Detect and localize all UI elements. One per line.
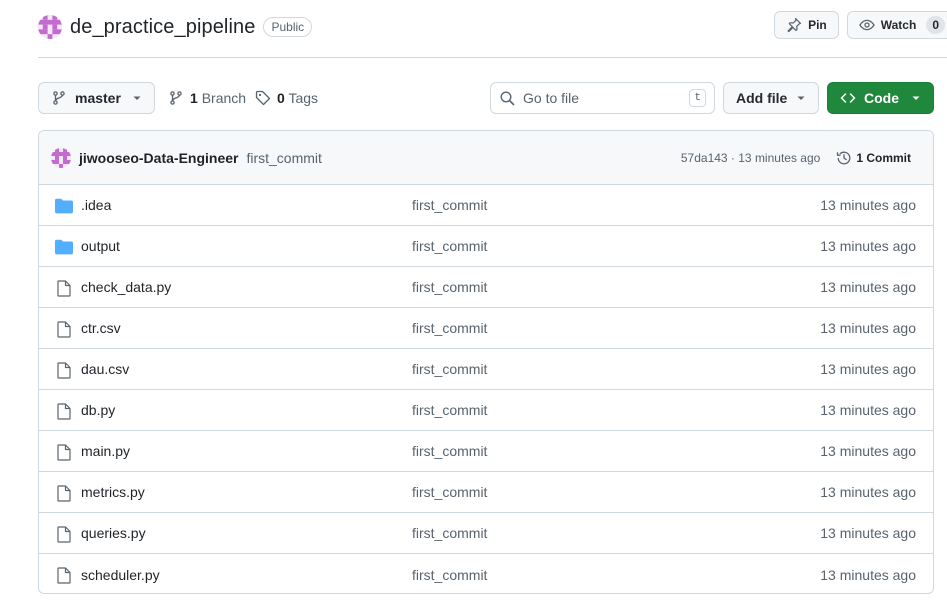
tag-count: 0 (277, 90, 285, 106)
file-row[interactable]: db.py first_commit 13 minutes ago (39, 390, 933, 431)
branches-link[interactable]: 1 Branch (168, 82, 246, 114)
file-name-link[interactable]: metrics.py (81, 484, 145, 500)
file-row[interactable]: output first_commit 13 minutes ago (39, 226, 933, 267)
file-commit-message[interactable]: first_commit (412, 361, 487, 377)
file-commit-message[interactable]: first_commit (412, 484, 487, 500)
search-icon (500, 91, 515, 106)
commit-author[interactable]: jiwooseo-Data-Engineer (79, 150, 238, 166)
file-updated-time: 13 minutes ago (820, 279, 916, 295)
file-name-link[interactable]: queries.py (81, 525, 146, 541)
code-button[interactable]: Code (827, 82, 934, 114)
file-commit-message[interactable]: first_commit (412, 238, 487, 254)
file-icon (55, 443, 73, 461)
file-updated-time: 13 minutes ago (820, 484, 916, 500)
file-updated-time: 13 minutes ago (820, 443, 916, 459)
file-row[interactable]: dau.csv first_commit 13 minutes ago (39, 349, 933, 390)
file-updated-time: 13 minutes ago (820, 361, 916, 377)
file-icon (55, 279, 73, 297)
file-listing: jiwooseo-Data-Engineer first_commit 57da… (38, 130, 934, 594)
file-icon (55, 320, 73, 338)
add-file-label: Add file (736, 90, 788, 106)
commit-count-label: 1 Commit (856, 150, 911, 165)
latest-commit-bar: jiwooseo-Data-Engineer first_commit 57da… (39, 131, 933, 185)
file-commit-message[interactable]: first_commit (412, 567, 487, 583)
file-updated-time: 13 minutes ago (820, 197, 916, 213)
tag-icon (255, 90, 271, 106)
watch-count: 0 (926, 16, 945, 34)
file-name-link[interactable]: .idea (81, 197, 111, 213)
watch-button[interactable]: Watch 0 (846, 11, 947, 39)
watch-label: Watch (880, 18, 917, 32)
shortcut-hint: t (689, 89, 706, 107)
file-icon (55, 361, 73, 379)
file-commit-message[interactable]: first_commit (412, 443, 487, 459)
file-updated-time: 13 minutes ago (820, 566, 916, 583)
add-file-button[interactable]: Add file (723, 82, 819, 114)
file-updated-time: 13 minutes ago (820, 402, 916, 418)
file-commit-message[interactable]: first_commit (412, 525, 487, 541)
file-row[interactable]: .idea first_commit 13 minutes ago (39, 185, 933, 226)
repo-name[interactable]: de_practice_pipeline (70, 16, 255, 39)
folder-icon (55, 238, 73, 256)
tags-link[interactable]: 0 Tags (255, 82, 318, 114)
commit-author-avatar[interactable] (51, 147, 71, 168)
file-name-link[interactable]: db.py (81, 402, 115, 418)
file-rows: .idea first_commit 13 minutes ago output fir… (39, 185, 933, 593)
branch-name: master (75, 90, 121, 106)
repo-avatar[interactable] (38, 15, 62, 39)
pin-label: Pin (808, 18, 827, 32)
repo-header: de_practice_pipeline Public Pin Watch 0 (38, 11, 947, 43)
folder-icon (55, 197, 73, 215)
commit-message[interactable]: first_commit (246, 150, 321, 166)
file-name-link[interactable]: output (81, 238, 120, 254)
file-commit-message[interactable]: first_commit (412, 402, 487, 418)
code-icon (840, 93, 856, 103)
file-icon (55, 402, 73, 420)
header-actions: Pin Watch 0 (774, 11, 947, 39)
go-to-file-input[interactable] (523, 90, 682, 106)
file-row[interactable]: queries.py first_commit 13 minutes ago (39, 513, 933, 554)
file-row[interactable]: scheduler.py first_commit 13 minutes ago (39, 554, 933, 593)
identicon-avatar-icon (51, 147, 71, 168)
header-divider (38, 57, 947, 58)
go-to-file-search[interactable]: t (490, 82, 715, 114)
history-icon (837, 151, 851, 164)
identicon-avatar-icon (38, 15, 62, 39)
file-name-link[interactable]: check_data.py (81, 279, 171, 295)
file-name-link[interactable]: dau.csv (81, 361, 129, 377)
branch-selector[interactable]: master (38, 82, 155, 114)
branch-count: 1 (190, 90, 198, 106)
eye-icon (859, 19, 875, 31)
caret-down-icon (133, 96, 141, 100)
file-row[interactable]: metrics.py first_commit 13 minutes ago (39, 472, 933, 513)
file-updated-time: 13 minutes ago (820, 320, 916, 336)
code-label: Code (864, 90, 899, 106)
file-updated-time: 13 minutes ago (820, 525, 916, 541)
caret-down-icon (797, 96, 805, 100)
file-name-link[interactable]: scheduler.py (81, 567, 160, 583)
commit-history-link[interactable]: 1 Commit (836, 150, 911, 166)
branch-icon (53, 91, 65, 105)
file-toolbar: master 1 Branch 0 Tags t Add file (38, 82, 934, 114)
pin-icon (787, 17, 802, 33)
file-row[interactable]: main.py first_commit 13 minutes ago (39, 431, 933, 472)
file-name-link[interactable]: ctr.csv (81, 320, 121, 336)
commit-meta[interactable]: 57da143 · 13 minutes ago (681, 151, 820, 165)
branch-icon (170, 91, 182, 105)
file-row[interactable]: check_data.py first_commit 13 minutes ago (39, 267, 933, 308)
file-commit-message[interactable]: first_commit (412, 320, 487, 336)
file-name-link[interactable]: main.py (81, 443, 130, 459)
visibility-badge: Public (263, 17, 313, 37)
caret-down-icon (912, 96, 920, 100)
branch-count-label: Branch (201, 90, 247, 106)
file-icon (55, 484, 73, 502)
pin-button[interactable]: Pin (774, 11, 839, 39)
file-icon (55, 525, 73, 543)
file-commit-message[interactable]: first_commit (412, 279, 487, 295)
file-row[interactable]: ctr.csv first_commit 13 minutes ago (39, 308, 933, 349)
file-updated-time: 13 minutes ago (820, 238, 916, 254)
file-icon (55, 566, 73, 584)
file-commit-message[interactable]: first_commit (412, 197, 487, 213)
tag-count-label: Tags (288, 90, 319, 106)
